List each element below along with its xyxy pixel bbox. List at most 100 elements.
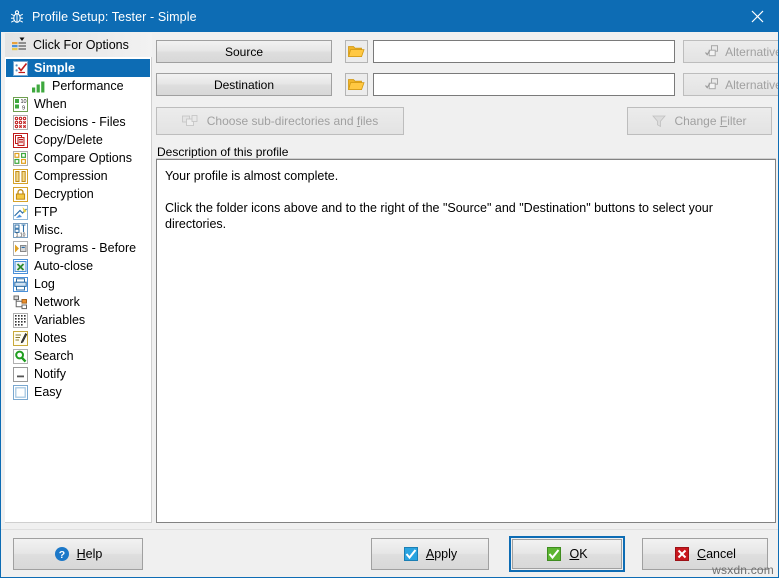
sidebar-item-simple[interactable]: Simple	[6, 59, 150, 77]
sidebar-item-label: Compare Options	[34, 151, 132, 165]
ok-button[interactable]: OK	[512, 539, 622, 569]
sidebar-item-misc[interactable]: 1.10 Misc.	[6, 221, 150, 239]
sidebar-item-label: Simple	[34, 61, 75, 75]
sidebar-item-copy-delete[interactable]: Copy/Delete	[6, 131, 150, 149]
ok-check-icon	[546, 546, 562, 562]
destination-button-label: Destination	[213, 77, 275, 92]
sidebar-item-programs-before[interactable]: Programs - Before	[6, 239, 150, 257]
cancel-x-icon	[674, 546, 690, 562]
alternatives-icon	[705, 78, 720, 91]
source-alternatives-button[interactable]: Alternatives	[683, 40, 778, 63]
notify-icon	[12, 366, 28, 382]
apply-button-label: Apply	[425, 547, 458, 561]
sidebar-item-label: Misc.	[34, 223, 64, 237]
help-button[interactable]: ? Help	[13, 538, 143, 570]
sidebar-item-notify[interactable]: Notify	[6, 365, 150, 383]
ftp-icon	[12, 204, 28, 220]
choose-subdirectories-label: Choose sub-directories and files	[206, 114, 379, 128]
lock-icon	[12, 186, 28, 202]
beetle-icon	[9, 9, 25, 25]
destination-folder-button[interactable]	[345, 73, 368, 96]
auto-close-icon	[12, 258, 28, 274]
folder-icon	[348, 77, 365, 92]
sidebar-item-search[interactable]: Search	[6, 347, 150, 365]
cancel-button-label: Cancel	[697, 547, 736, 561]
options-list-icon	[11, 37, 27, 53]
magnifier-icon	[12, 348, 28, 364]
sidebar-item-label: Notes	[34, 331, 67, 345]
sidebar-item-label: Decryption	[34, 187, 94, 201]
main-pane: Source Alternativ Destination Alternativ…	[156, 32, 778, 529]
ok-button-label: OK	[569, 547, 588, 561]
destination-path-input[interactable]	[373, 73, 675, 96]
sidebar-item-label: Easy	[34, 385, 62, 399]
close-button[interactable]	[734, 1, 778, 32]
folders-files-icon	[181, 114, 199, 129]
change-filter-button[interactable]: Change Filter	[627, 107, 772, 135]
checklist-icon	[12, 60, 28, 76]
options-sidebar: Simple Performance 10 9 When Decisions - File…	[5, 57, 152, 523]
sidebar-item-log[interactable]: Log	[6, 275, 150, 293]
svg-text:1.10: 1.10	[15, 232, 25, 238]
click-for-options-header[interactable]: Click For Options	[5, 33, 152, 57]
source-path-input[interactable]	[373, 40, 675, 63]
sidebar-item-label: Copy/Delete	[34, 133, 103, 147]
sidebar-item-label: Decisions - Files	[34, 115, 126, 129]
destination-alternatives-label: Alternatives	[725, 77, 778, 92]
sidebar-item-label: When	[34, 97, 67, 111]
source-row: Source Alternativ	[156, 40, 778, 63]
description-group-label: Description of this profile	[157, 145, 289, 159]
sidebar-item-when[interactable]: 10 9 When	[6, 95, 150, 113]
dialog-body: Click For Options Simple Performance 10 9 Wh…	[1, 32, 778, 577]
sidebar-item-auto-close[interactable]: Auto-close	[6, 257, 150, 275]
window-title: Profile Setup: Tester - Simple	[32, 9, 197, 24]
apply-check-icon	[403, 546, 419, 562]
notes-icon	[12, 330, 28, 346]
sidebar-item-compare-options[interactable]: Compare Options	[6, 149, 150, 167]
easy-square-icon	[12, 384, 28, 400]
copy-delete-icon	[12, 132, 28, 148]
dialog-footer: ? Help Apply OK Cancel wsxdn.com	[1, 529, 778, 577]
title-bar: Profile Setup: Tester - Simple	[1, 1, 778, 32]
destination-button[interactable]: Destination	[156, 73, 332, 96]
sidebar-item-label: Programs - Before	[34, 241, 137, 255]
bar-chart-icon	[30, 78, 46, 94]
choose-subdirectories-button[interactable]: Choose sub-directories and files	[156, 107, 404, 135]
sidebar-item-decisions-files[interactable]: Decisions - Files	[6, 113, 150, 131]
source-folder-button[interactable]	[345, 40, 368, 63]
sidebar-item-notes[interactable]: Notes	[6, 329, 150, 347]
sidebar-item-compression[interactable]: Compression	[6, 167, 150, 185]
sidebar-item-variables[interactable]: Variables	[6, 311, 150, 329]
sidebar-item-performance[interactable]: Performance	[6, 77, 150, 95]
svg-text:?: ?	[58, 549, 64, 561]
description-line-2: Click the folder icons above and to the …	[165, 201, 713, 231]
ok-button-focus-ring: OK	[509, 536, 625, 572]
sidebar-item-label: Network	[34, 295, 80, 309]
source-button[interactable]: Source	[156, 40, 332, 63]
profile-setup-window: Profile Setup: Tester - Simple Click For…	[0, 0, 779, 578]
sidebar-item-label: Log	[34, 277, 55, 291]
calendar-clock-icon: 10 9	[12, 96, 28, 112]
network-icon	[12, 294, 28, 310]
log-icon	[12, 276, 28, 292]
sidebar-item-easy[interactable]: Easy	[6, 383, 150, 401]
description-spacer	[165, 184, 767, 200]
sidebar-item-network[interactable]: Network	[6, 293, 150, 311]
sidebar-item-label: Notify	[34, 367, 66, 381]
alternatives-icon	[705, 45, 720, 58]
apply-button[interactable]: Apply	[371, 538, 489, 570]
watermark: wsxdn.com	[712, 563, 774, 577]
sidebar-item-label: Variables	[34, 313, 86, 327]
description-panel[interactable]: Your profile is almost complete. Click t…	[156, 159, 776, 523]
sidebar-item-label: Compression	[34, 169, 108, 183]
sidebar-item-decryption[interactable]: Decryption	[6, 185, 150, 203]
misc-icon: 1.10	[12, 222, 28, 238]
sidebar-item-ftp[interactable]: FTP	[6, 203, 150, 221]
destination-alternatives-button[interactable]: Alternatives	[683, 73, 778, 96]
subdir-filter-row: Choose sub-directories and files Change …	[156, 107, 776, 135]
source-alternatives-label: Alternatives	[725, 44, 778, 59]
compare-icon	[12, 150, 28, 166]
description-line-1: Your profile is almost complete.	[165, 169, 339, 183]
change-filter-label: Change Filter	[674, 114, 747, 128]
help-button-label: Help	[76, 547, 103, 561]
